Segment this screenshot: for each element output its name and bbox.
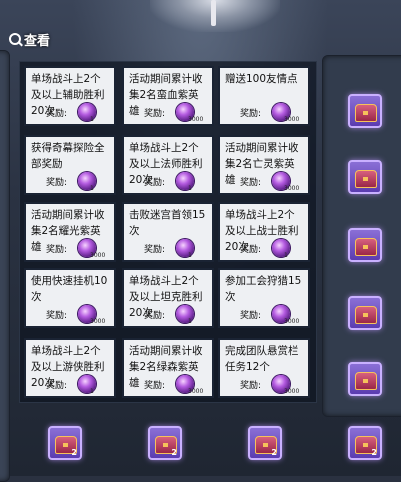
achievement-card[interactable]: 活动期间累计收集2名亡灵紫英雄 奖励: 3000: [218, 135, 310, 195]
view-title: 查看: [24, 34, 51, 49]
bottom-chest-button[interactable]: 2: [148, 426, 182, 460]
achievement-card[interactable]: 使用快速挂机10次奖励: 3000: [24, 268, 116, 328]
reward-row: 奖励: 3000: [124, 103, 212, 123]
reward-quantity: 3000: [284, 318, 300, 325]
reward-quantity: 3000: [284, 388, 300, 395]
reward-quantity: 1: [90, 185, 94, 192]
reward-label: 奖励:: [46, 109, 68, 119]
reward-label: 奖励:: [46, 178, 68, 188]
reward-row: 奖励: 3000: [220, 305, 308, 325]
reward-chest-button[interactable]: [348, 296, 382, 330]
achievement-card[interactable]: 单场战斗上2个及以上辅助胜利20次 奖励: 1: [24, 66, 116, 126]
reward-quantity: 1: [188, 185, 192, 192]
bottom-chest-button[interactable]: 2: [48, 426, 82, 460]
reward-quantity: 1: [188, 252, 192, 259]
reward-quantity: 3000: [188, 388, 204, 395]
achievement-card[interactable]: 击败迷宫首领15次奖励: 1: [122, 202, 214, 262]
achievement-text: 赠送100友情点: [225, 73, 298, 85]
reward-label: 奖励:: [46, 381, 68, 391]
reward-label: 奖励:: [46, 311, 68, 321]
reward-chest-button[interactable]: [348, 94, 382, 128]
reward-label: 奖励:: [144, 381, 166, 391]
reward-chest-button[interactable]: [348, 228, 382, 262]
view-header[interactable]: 查看: [8, 30, 50, 49]
achievement-card[interactable]: 活动期间累计收集2名绿森紫英雄 奖励: 3000: [122, 338, 214, 398]
achievement-text: 完成团队悬赏栏任务12个: [225, 345, 299, 373]
achievement-card[interactable]: 活动期间累计收集2名蛮血紫英雄 奖励: 3000: [122, 66, 214, 126]
reward-row: 奖励: 3000: [26, 239, 114, 259]
achievement-card[interactable]: 参加工会狩猎15次奖励: 3000: [218, 268, 310, 328]
reward-row: 奖励: 3000: [26, 305, 114, 325]
reward-label: 奖励:: [240, 109, 262, 119]
reward-label: 奖励:: [240, 381, 262, 391]
reward-label: 奖励:: [240, 311, 262, 321]
bottom-chest-bar: 2 2 2 2: [0, 408, 401, 476]
achievement-card[interactable]: 赠送100友情点奖励: 3000: [218, 66, 310, 126]
chest-count: 2: [271, 448, 277, 457]
search-icon: [8, 32, 22, 47]
achievement-card[interactable]: 完成团队悬赏栏任务12个奖励: 3000: [218, 338, 310, 398]
treasure-chest-icon: [355, 306, 377, 324]
reward-label: 奖励:: [144, 311, 166, 321]
achievement-card[interactable]: 获得奇幕探险全部奖励奖励: 1: [24, 135, 116, 195]
reward-label: 奖励:: [144, 109, 166, 119]
reward-quantity: 3000: [284, 116, 300, 123]
chest-count: 2: [171, 448, 177, 457]
reward-label: 奖励:: [240, 178, 262, 188]
reward-label: 奖励:: [144, 178, 166, 188]
reward-chest-button[interactable]: [348, 160, 382, 194]
achievement-text: 使用快速挂机10次: [31, 275, 108, 303]
treasure-chest-icon: [355, 238, 377, 256]
reward-row: 奖励: 3000: [220, 103, 308, 123]
reward-row: 奖励: 3000: [220, 375, 308, 395]
reward-quantity: 1: [90, 116, 94, 123]
reward-row: 奖励: 1: [124, 305, 212, 325]
achievement-text: 获得奇幕探险全部奖励: [31, 142, 105, 170]
reward-row: 奖励: 1: [26, 375, 114, 395]
reward-quantity: 3000: [90, 318, 106, 325]
treasure-chest-icon: [355, 170, 377, 188]
reward-row: 奖励: 1: [26, 172, 114, 192]
reward-label: 奖励:: [144, 245, 166, 255]
sword-icon: [211, 0, 216, 26]
achievement-card[interactable]: 单场战斗上2个及以上坦克胜利20次 奖励: 1: [122, 268, 214, 328]
treasure-chest-icon: [355, 104, 377, 122]
reward-quantity: 3000: [284, 185, 300, 192]
achievement-card[interactable]: 单场战斗上2个及以上游侠胜利20次 奖励: 1: [24, 338, 116, 398]
achievement-text: 击败迷宫首领15次: [129, 209, 206, 237]
reward-row: 奖励: 1: [124, 172, 212, 192]
reward-chest-button[interactable]: [348, 362, 382, 396]
reward-row: 奖励: 1: [220, 239, 308, 259]
reward-quantity: 3000: [188, 116, 204, 123]
reward-quantity: 1: [284, 252, 288, 259]
treasure-chest-icon: [355, 372, 377, 390]
achievement-text: 参加工会狩猎15次: [225, 275, 302, 303]
reward-label: 奖励:: [240, 245, 262, 255]
chest-count: 2: [371, 448, 377, 457]
reward-quantity: 3000: [90, 252, 106, 259]
chest-count: 2: [71, 448, 77, 457]
reward-quantity: 1: [90, 388, 94, 395]
reward-row: 奖励: 1: [26, 103, 114, 123]
achievement-card[interactable]: 活动期间累计收集2名耀光紫英雄 奖励: 3000: [24, 202, 116, 262]
bottom-chest-button[interactable]: 2: [248, 426, 282, 460]
reward-label: 奖励:: [46, 245, 68, 255]
reward-row: 奖励: 3000: [124, 375, 212, 395]
bottom-chest-button[interactable]: 2: [348, 426, 382, 460]
reward-row: 奖励: 1: [124, 239, 212, 259]
achievement-card[interactable]: 单场战斗上2个及以上战士胜利20次 奖励: 1: [218, 202, 310, 262]
achievement-card[interactable]: 单场战斗上2个及以上法师胜利20次 奖励: 1: [122, 135, 214, 195]
reward-row: 奖励: 3000: [220, 172, 308, 192]
reward-quantity: 1: [188, 318, 192, 325]
